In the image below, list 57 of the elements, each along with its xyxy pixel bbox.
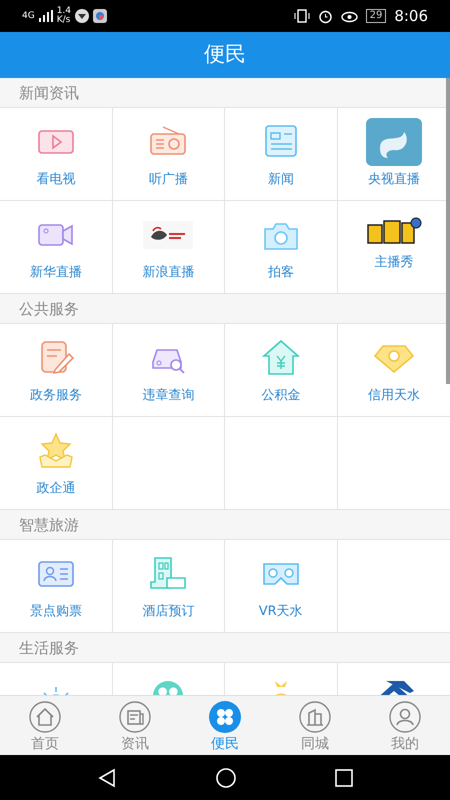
- service-tile[interactable]: 新华直播: [0, 201, 112, 294]
- tab-item[interactable]: 资讯: [90, 696, 180, 755]
- service-tile[interactable]: 景点购票: [0, 540, 112, 633]
- service-tile[interactable]: 政务服务: [0, 324, 112, 417]
- service-tile[interactable]: 拍客: [225, 201, 338, 294]
- app-icon: [366, 118, 422, 166]
- battery-indicator: 29: [366, 9, 386, 23]
- service-tile[interactable]: 看电视: [0, 108, 112, 201]
- tab-item[interactable]: 便民: [180, 696, 270, 755]
- status-time: 8:06: [394, 6, 428, 27]
- service-tile[interactable]: 新闻: [225, 108, 338, 201]
- tile-label: 政企通: [36, 480, 76, 498]
- service-tile[interactable]: 酒店预订: [112, 540, 225, 633]
- tab-item[interactable]: 首页: [0, 696, 90, 755]
- speed-value: 1.4: [56, 7, 72, 16]
- signal-icon: [38, 10, 53, 22]
- recents-icon[interactable]: [335, 768, 353, 786]
- tile-label: 看电视: [36, 171, 76, 189]
- app-notification-icon: [93, 9, 108, 23]
- tab-item[interactable]: 我的: [360, 696, 450, 755]
- newspaper-icon: [118, 700, 152, 734]
- vibrate-icon: [294, 9, 310, 23]
- tile-label: 新华直播: [30, 264, 82, 282]
- tile-label: 新闻: [268, 171, 294, 189]
- tile-label: 公积金: [261, 387, 300, 405]
- page-title: 便民: [204, 41, 246, 68]
- service-tile[interactable]: 公积金: [225, 324, 338, 417]
- tile-label: 听广播: [148, 171, 188, 189]
- tile-label: 景点购票: [30, 603, 82, 621]
- home-icon[interactable]: [215, 766, 237, 788]
- service-tile[interactable]: 政企通: [0, 417, 112, 510]
- eye-icon: [340, 10, 358, 22]
- service-tile[interactable]: 信用天水: [338, 324, 450, 417]
- house-icon: [260, 338, 302, 376]
- tab-item[interactable]: 同城: [270, 696, 360, 755]
- tile-label: 政务服务: [30, 387, 82, 405]
- tile-label: 新浪直播: [142, 264, 194, 282]
- service-tile[interactable]: 听广播: [112, 108, 225, 201]
- tile-label: 拍客: [268, 264, 294, 282]
- grid-icon: [208, 700, 242, 734]
- back-icon[interactable]: [97, 768, 117, 788]
- speed-unit: K/s: [56, 16, 72, 25]
- tile-label: VR天水: [258, 603, 303, 621]
- tile-label: 主播秀: [374, 254, 414, 272]
- service-tile[interactable]: 违章查询: [112, 324, 225, 417]
- service-tile[interactable]: VR天水: [225, 540, 338, 633]
- tile-label: 信用天水: [368, 387, 420, 405]
- tile-label: 央视直播: [368, 171, 420, 189]
- home-icon: [28, 700, 62, 734]
- building-icon: [298, 700, 332, 734]
- alarm-icon: [318, 8, 333, 24]
- notification-icon: [75, 9, 90, 23]
- tile-label: 酒店预订: [142, 603, 194, 621]
- tile-label: 违章查询: [142, 387, 194, 405]
- network-label: 4G: [22, 12, 35, 20]
- service-tile[interactable]: 新浪直播: [112, 201, 225, 294]
- user-icon: [388, 700, 422, 734]
